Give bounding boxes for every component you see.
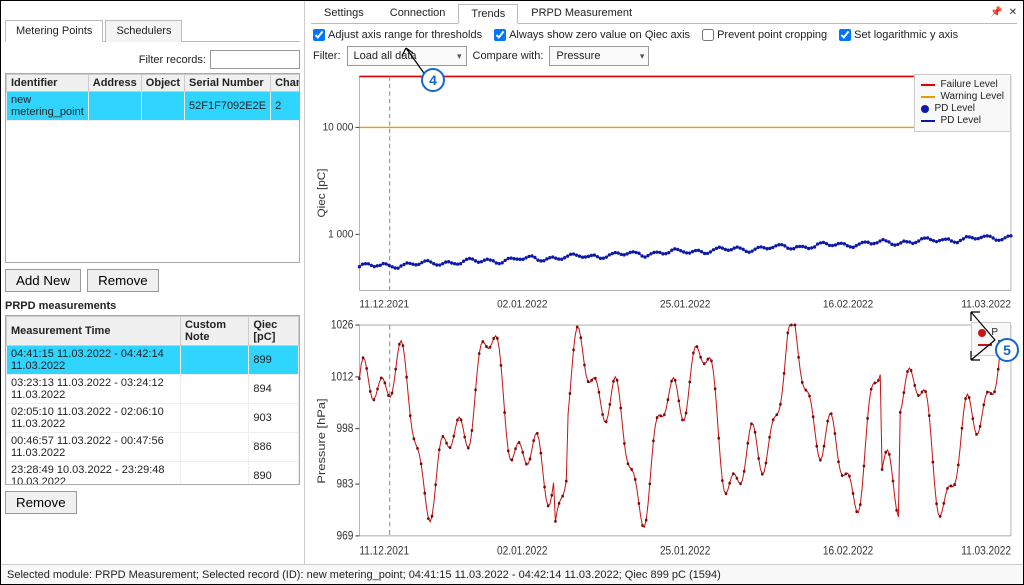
table-row[interactable]: 00:46:57 11.03.2022 - 00:47:56 11.03.202… [7, 433, 299, 462]
remove-mp-button[interactable]: Remove [87, 269, 159, 292]
filter-records-label: Filter records: [139, 54, 206, 66]
svg-text:11.12.2021: 11.12.2021 [359, 299, 409, 310]
svg-text:969: 969 [337, 530, 354, 543]
table-row[interactable]: 23:28:49 10.03.2022 - 23:29:48 10.03.202… [7, 462, 299, 486]
callout-4: 4 [421, 68, 445, 92]
compare-combo[interactable]: Pressure [549, 46, 649, 66]
tab-trends[interactable]: Trends [458, 4, 518, 24]
svg-text:25.01.2022: 25.01.2022 [660, 299, 711, 310]
tab-metering-points[interactable]: Metering Points [5, 20, 103, 42]
prpd-measurements-title: PRPD measurements [5, 300, 300, 312]
remove-measurement-button[interactable]: Remove [5, 491, 77, 514]
filter-label: Filter: [313, 50, 341, 62]
filter-records-input[interactable] [210, 50, 300, 69]
tab-settings[interactable]: Settings [311, 3, 377, 23]
left-tabs: Metering Points Schedulers [5, 19, 300, 42]
pin-icon[interactable]: 📌 [990, 7, 1002, 18]
col-measurement-time[interactable]: Measurement Time [7, 317, 181, 346]
status-bar: Selected module: PRPD Measurement; Selec… [1, 564, 1023, 584]
tab-prpd-measurement[interactable]: PRPD Measurement [518, 3, 645, 23]
right-panel: Settings Connection Trends PRPD Measurem… [305, 1, 1023, 564]
svg-text:02.01.2022: 02.01.2022 [497, 545, 547, 558]
svg-text:16.02.2022: 16.02.2022 [823, 299, 874, 310]
opt-log-y[interactable]: Set logarithmic y axis [839, 29, 958, 41]
measurements-grid[interactable]: Measurement Time Custom Note Qiec [pC] 0… [5, 315, 300, 485]
charts-area: 1 000 10 000 Qiec [pC] 11.12.2021 02.01.2022… [311, 70, 1017, 564]
col-qiec[interactable]: Qiec [pC] [249, 317, 299, 346]
svg-text:983: 983 [337, 478, 354, 491]
svg-text:Qiec [pC]: Qiec [pC] [316, 169, 328, 218]
svg-text:11.12.2021: 11.12.2021 [359, 545, 409, 558]
col-custom-note[interactable]: Custom Note [181, 317, 249, 346]
col-identifier[interactable]: Identifier [7, 75, 89, 92]
svg-text:1026: 1026 [331, 319, 353, 332]
svg-text:10 000: 10 000 [323, 122, 354, 133]
close-icon[interactable]: ✕ [1009, 7, 1017, 18]
col-object[interactable]: Object [141, 75, 184, 92]
qiec-chart[interactable]: 1 000 10 000 Qiec [pC] 11.12.2021 02.01.2022… [311, 70, 1017, 316]
svg-text:Pressure [hPa]: Pressure [hPa] [315, 398, 328, 483]
table-row[interactable]: 04:41:15 11.03.2022 - 04:42:14 11.03.202… [7, 346, 299, 375]
metering-points-grid[interactable]: Identifier Address Object Serial Number … [5, 73, 300, 263]
pressure-chart[interactable]: 969 983 998 1012 1026 Pressure [hPa] 11.12.202… [311, 318, 1017, 564]
col-address[interactable]: Address [88, 75, 141, 92]
svg-text:1012: 1012 [331, 371, 353, 384]
svg-text:02.01.2022: 02.01.2022 [497, 299, 548, 310]
compare-label: Compare with: [473, 50, 544, 62]
opt-show-zero[interactable]: Always show zero value on Qiec axis [494, 29, 690, 41]
svg-text:1 000: 1 000 [328, 229, 353, 240]
opt-adjust-axis[interactable]: Adjust axis range for thresholds [313, 29, 482, 41]
col-channel[interactable]: Channel [271, 75, 300, 92]
svg-text:998: 998 [337, 422, 354, 435]
callout-5: 5 [995, 338, 1019, 362]
svg-text:11.03.2022: 11.03.2022 [961, 545, 1011, 558]
svg-text:16.02.2022: 16.02.2022 [823, 545, 873, 558]
left-panel: 📌 ✕ Metering Points Schedulers Filter re… [1, 1, 305, 564]
table-row[interactable]: 02:05:10 11.03.2022 - 02:06:10 11.03.202… [7, 404, 299, 433]
right-tabs: Settings Connection Trends PRPD Measurem… [311, 3, 1017, 24]
svg-text:25.01.2022: 25.01.2022 [660, 545, 710, 558]
add-new-button[interactable]: Add New [5, 269, 81, 292]
table-row[interactable]: new metering_point 52F1F7092E2E 2 [7, 92, 301, 121]
table-row[interactable]: 03:23:13 11.03.2022 - 03:24:12 11.03.202… [7, 375, 299, 404]
opt-prevent-crop[interactable]: Prevent point cropping [702, 29, 827, 41]
tab-schedulers[interactable]: Schedulers [105, 20, 182, 42]
col-serial[interactable]: Serial Number [185, 75, 271, 92]
trend-options: Adjust axis range for thresholds Always … [311, 24, 1017, 46]
qiec-legend: Failure LevelWarning LevelPD LevelPD Lev… [914, 74, 1011, 132]
tab-connection[interactable]: Connection [377, 3, 459, 23]
